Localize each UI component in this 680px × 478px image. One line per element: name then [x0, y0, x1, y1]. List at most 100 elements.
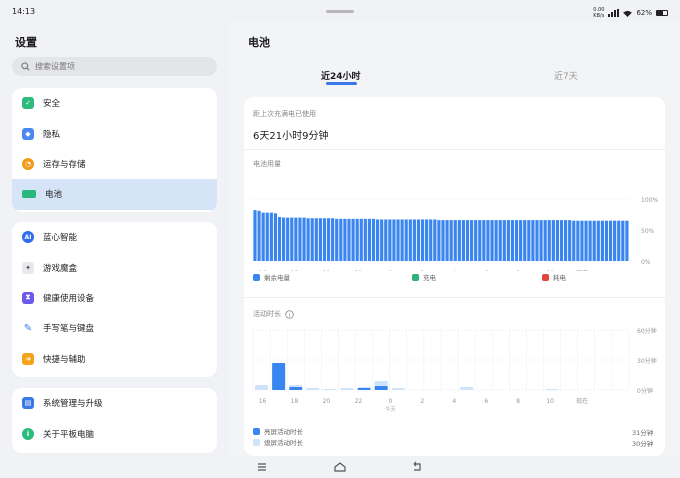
- screen-off-bar: [391, 388, 405, 390]
- sidebar-item-stylus[interactable]: ✎ 手写笔与键盘: [12, 313, 217, 343]
- info-icon[interactable]: i: [285, 309, 294, 319]
- battery-level-bar: [580, 220, 584, 261]
- menu-icon[interactable]: [255, 460, 269, 474]
- sidebar-item-battery[interactable]: 电池: [12, 179, 217, 210]
- sidebar-item-shortcut[interactable]: ➜ 快捷与辅助: [12, 344, 217, 374]
- battery-level-bar: [457, 220, 461, 261]
- battery-level-bar: [400, 219, 404, 261]
- battery-level-bar: [474, 220, 478, 261]
- x-tick-label: 6: [484, 398, 488, 405]
- legend-swatch: [253, 273, 260, 281]
- battery-level-bar: [604, 220, 609, 261]
- y-tick-label: 0%: [641, 259, 651, 266]
- settings-group-1: ✓ 安全 ◆ 隐私 ◔ 运存与存储 电池: [12, 88, 217, 212]
- battery-level-bar: [347, 218, 351, 261]
- battery-level-bar: [265, 212, 269, 261]
- screen-on-bar: [289, 387, 303, 390]
- battery-level-bar: [621, 220, 625, 261]
- legend-swatch: [253, 438, 260, 446]
- x-tick-label: 20: [323, 398, 331, 405]
- battery-level-bar: [425, 219, 429, 261]
- page-title: 电池: [248, 36, 270, 49]
- battery-level-bar: [355, 218, 359, 261]
- battery-level-bar: [502, 220, 506, 261]
- screen-on-bar: [272, 363, 286, 390]
- home-icon[interactable]: [333, 460, 347, 474]
- battery-level-bar: [376, 219, 380, 261]
- sidebar-item-health[interactable]: ⧗ 健康使用设备: [12, 283, 217, 313]
- battery-level-bar: [416, 219, 421, 261]
- x-tick-label: 4: [452, 398, 456, 405]
- window-drag-handle[interactable]: [326, 10, 354, 13]
- status-icons: 0.00 KB/s 62%: [593, 7, 668, 19]
- battery-level-bar: [269, 212, 273, 261]
- battery-level-bar: [326, 218, 331, 261]
- sidebar-item-privacy[interactable]: ◆ 隐私: [12, 118, 217, 148]
- pen-icon: ✎: [23, 322, 33, 334]
- screen-off-bar: [374, 381, 388, 386]
- screen-on-bar: [374, 386, 388, 390]
- legend-draining: 耗电: [542, 272, 566, 282]
- tab-7d[interactable]: 近7天: [554, 69, 578, 82]
- y-tick-label: 50%: [641, 228, 655, 235]
- sidebar-item-game[interactable]: ✦ 游戏魔盒: [12, 252, 217, 282]
- battery-level-bar: [506, 220, 510, 261]
- battery-usage-chart: 100%50%0%161820220246810现在今天: [253, 197, 658, 271]
- x-tick-label: 20: [323, 270, 331, 271]
- shortcut-icon: ➜: [22, 352, 34, 365]
- signal-icon: [608, 9, 620, 17]
- x-tick-label: 18: [291, 398, 299, 405]
- x-tick-label: 10: [546, 398, 554, 405]
- screen-off-bar: [323, 389, 337, 390]
- battery-level-bar: [490, 220, 494, 261]
- sidebar-item-about[interactable]: i 关于平板电脑: [12, 418, 217, 448]
- battery-level-bar: [363, 218, 367, 261]
- storage-pie-icon: ◔: [22, 157, 34, 170]
- legend-swatch: [253, 427, 260, 435]
- x-tick-label: 6: [484, 270, 488, 271]
- battery-level-bar: [318, 218, 322, 261]
- battery-level-bar: [519, 220, 523, 261]
- battery-level-bar: [257, 210, 261, 261]
- navigation-bar: [0, 456, 680, 478]
- battery-level-bar: [445, 220, 449, 261]
- active-tab-indicator: [326, 82, 357, 85]
- legend-screen-off: 熄屏活动时长: [253, 437, 303, 447]
- activity-chart-title: 活动时长 i: [253, 309, 294, 319]
- sidebar-title: 设置: [15, 36, 37, 49]
- sidebar-item-security[interactable]: ✓ 安全: [12, 88, 217, 118]
- battery-level-bar: [404, 219, 408, 261]
- settings-group-2: AI 蓝心智能 ✦ 游戏魔盒 ⧗ 健康使用设备 ✎ 手写笔与键盘 ➜ 快捷与辅助: [12, 222, 217, 377]
- legend-charging: 充电: [412, 272, 436, 282]
- settings-sidebar: 设置 ✓ 安全 ◆ 隐私 ◔ 运存与存储 电池 AI 蓝心智能 ✦ 游戏魔盒: [0, 22, 230, 456]
- search-input[interactable]: [35, 62, 195, 71]
- battery-level-bar: [380, 219, 384, 261]
- sidebar-item-storage[interactable]: ◔ 运存与存储: [12, 149, 217, 179]
- battery-level-bar: [555, 220, 560, 261]
- battery-level-bar: [547, 220, 551, 261]
- back-icon[interactable]: [410, 460, 424, 474]
- divider: [244, 297, 665, 298]
- battery-level-bar: [494, 220, 498, 261]
- search-bar[interactable]: [12, 57, 217, 76]
- battery-level-bar: [588, 220, 592, 261]
- divider: [244, 149, 665, 150]
- sidebar-item-label: 关于平板电脑: [43, 429, 95, 440]
- screen-off-bar: [255, 385, 269, 390]
- sidebar-item-ai[interactable]: AI 蓝心智能: [12, 222, 217, 252]
- tab-24h[interactable]: 近24小时: [321, 69, 361, 82]
- x-tick-label: 22: [355, 270, 363, 271]
- battery-level-bar: [535, 220, 539, 261]
- battery-level-bar: [510, 220, 515, 261]
- battery-level-bar: [437, 220, 441, 261]
- battery-level-bar: [564, 220, 568, 261]
- battery-level-bar: [539, 220, 543, 261]
- battery-level-bar: [433, 219, 437, 261]
- screen-off-bar: [289, 385, 303, 387]
- battery-level-bar: [559, 220, 564, 261]
- battery-level-bar: [531, 220, 535, 261]
- sidebar-item-label: 安全: [43, 99, 61, 110]
- sidebar-item-system[interactable]: ▤ 系统管理与升级: [12, 388, 217, 418]
- settings-group-3: ▤ 系统管理与升级 i 关于平板电脑: [12, 388, 217, 453]
- x-tick-label: 8: [516, 270, 520, 271]
